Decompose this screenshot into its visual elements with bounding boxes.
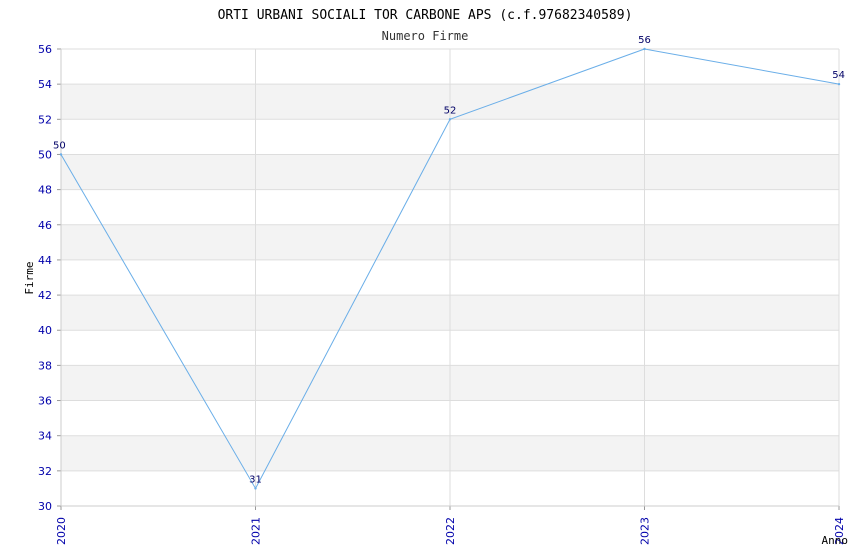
data-label: 54 — [832, 70, 845, 81]
x-tick-label: 2021 — [250, 517, 263, 545]
y-tick-label: 30 — [38, 500, 52, 513]
data-label: 52 — [444, 105, 457, 116]
data-label: 50 — [53, 140, 66, 151]
data-point — [59, 153, 63, 156]
x-tick-label: 2022 — [444, 517, 457, 545]
x-axis-ticks: 2020 2021 2022 2023 2024 — [55, 517, 846, 545]
data-label: 56 — [638, 35, 651, 46]
y-tick-label: 54 — [38, 78, 52, 91]
chart-subtitle: Numero Firme — [382, 29, 469, 43]
y-tick-label: 52 — [38, 113, 52, 126]
data-point — [837, 82, 841, 86]
data-point — [254, 487, 257, 490]
x-tick-label: 2023 — [639, 517, 652, 545]
y-axis-title: Firme — [23, 261, 36, 294]
y-tick-label: 50 — [38, 148, 52, 161]
y-tick-label: 42 — [38, 289, 52, 302]
y-tick-label: 56 — [38, 43, 52, 56]
y-tick-label: 44 — [38, 254, 52, 267]
y-tick-label: 34 — [38, 430, 52, 443]
y-tick-label: 32 — [38, 465, 52, 478]
y-tick-label: 38 — [38, 359, 52, 372]
data-label: 31 — [249, 474, 262, 485]
data-point — [643, 47, 646, 51]
y-tick-label: 40 — [38, 324, 52, 337]
y-axis-ticks: 30 32 34 36 38 40 42 44 46 48 50 52 54 56 — [38, 43, 52, 513]
y-tick-label: 48 — [38, 184, 52, 197]
x-tick-label: 2020 — [55, 517, 68, 545]
y-tick-label: 36 — [38, 395, 52, 408]
x-axis-title: Anno — [822, 534, 849, 547]
data-point — [448, 118, 452, 121]
chart-title: ORTI URBANI SOCIALI TOR CARBONE APS (c.f… — [218, 8, 633, 23]
line-chart: ORTI URBANI SOCIALI TOR CARBONE APS (c.f… — [23, 8, 849, 547]
y-tick-label: 46 — [38, 219, 52, 232]
